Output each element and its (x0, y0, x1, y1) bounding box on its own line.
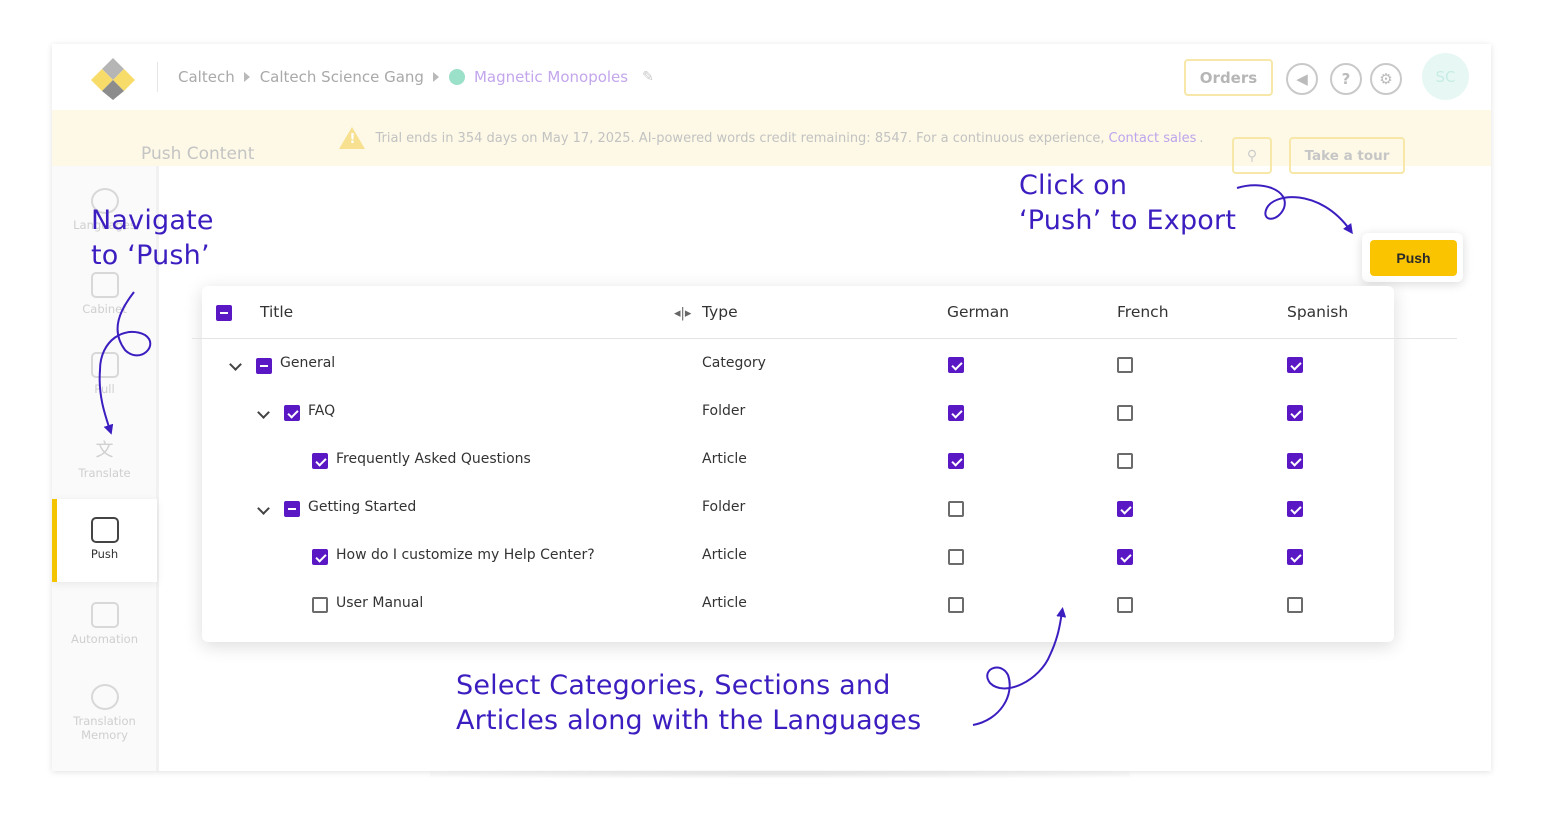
row-type: Folder (702, 403, 746, 419)
automation-icon (90, 602, 119, 628)
french-checkbox[interactable] (1117, 549, 1133, 565)
shadow (430, 770, 1130, 778)
select-all-checkbox[interactable] (216, 305, 232, 321)
german-checkbox[interactable] (948, 501, 964, 517)
row-title: How do I customize my Help Center? (336, 547, 595, 563)
help-icon[interactable]: ? (1330, 63, 1362, 95)
sidebar-item-label: Pull (94, 382, 115, 396)
sidebar-item-push[interactable]: Push (52, 499, 157, 582)
spanish-checkbox[interactable] (1287, 357, 1303, 373)
megaphone-icon[interactable]: ◀ (1286, 63, 1318, 95)
row-checkbox[interactable] (256, 358, 272, 374)
breadcrumb-org[interactable]: Caltech (178, 68, 235, 86)
sidebar-item-pull[interactable]: Pull (52, 352, 157, 412)
push-icon (90, 517, 119, 543)
german-checkbox[interactable] (948, 357, 964, 373)
german-checkbox[interactable] (948, 597, 964, 613)
french-checkbox[interactable] (1117, 597, 1133, 613)
edit-icon[interactable]: ✎ (642, 69, 654, 85)
sidebar-item-translate[interactable]: 文 Translate (52, 436, 157, 496)
spanish-checkbox[interactable] (1287, 549, 1303, 565)
column-header-title[interactable]: Title (260, 303, 293, 321)
sidebar-item-label: Cabinet (82, 302, 127, 316)
sidebar-item-label: Automation (71, 632, 138, 646)
row-title: General (280, 355, 336, 371)
column-header-german[interactable]: German (947, 303, 1009, 321)
row-type: Category (702, 355, 766, 371)
spanish-checkbox[interactable] (1287, 597, 1303, 613)
annotation-navigate-line2: to ‘Push’ (91, 240, 210, 271)
project-icon (448, 69, 465, 85)
pull-icon (90, 352, 119, 378)
german-checkbox[interactable] (948, 453, 964, 469)
sidebar-item-automation[interactable]: Automation (52, 602, 157, 662)
german-checkbox[interactable] (948, 549, 964, 565)
annotation-click-line1: Click on (1019, 170, 1128, 201)
french-checkbox[interactable] (1117, 501, 1133, 517)
table-header-divider (192, 338, 1457, 339)
row-title: Getting Started (308, 499, 417, 515)
search-button[interactable]: ⚲ (1232, 137, 1272, 174)
brain-icon (90, 684, 119, 710)
row-checkbox[interactable] (312, 597, 328, 613)
french-checkbox[interactable] (1117, 453, 1133, 469)
top-bar: Caltech Caltech Science Gang Magnetic Mo… (52, 44, 1491, 110)
row-type: Article (702, 595, 747, 611)
row-checkbox[interactable] (312, 549, 328, 565)
sidebar-item-label: Translation (73, 714, 136, 728)
breadcrumb-project[interactable]: Magnetic Monopoles (474, 68, 628, 86)
contact-sales-link[interactable]: Contact sales (1109, 131, 1197, 146)
search-icon: ⚲ (1246, 147, 1258, 164)
sidebar-item-label: Translate (78, 466, 131, 480)
column-resize-icon[interactable]: ◂|▸ (674, 306, 691, 321)
row-checkbox[interactable] (284, 405, 300, 421)
french-checkbox[interactable] (1117, 405, 1133, 421)
avatar[interactable]: SC (1422, 53, 1469, 100)
spanish-checkbox[interactable] (1287, 501, 1303, 517)
app-logo (91, 58, 135, 100)
take-tour-button[interactable]: Take a tour (1289, 137, 1405, 174)
banner-text: Trial ends in 354 days on May 17, 2025. … (375, 130, 1105, 146)
trial-banner: ! Trial ends in 354 days on May 17, 2025… (52, 110, 1491, 166)
divider (157, 62, 158, 92)
row-checkbox[interactable] (312, 453, 328, 469)
column-header-french[interactable]: French (1117, 303, 1169, 321)
german-checkbox[interactable] (948, 405, 964, 421)
push-button[interactable]: Push (1370, 240, 1457, 276)
row-type: Article (702, 547, 747, 563)
row-type: Article (702, 451, 747, 467)
row-checkbox[interactable] (284, 501, 300, 517)
row-title: FAQ (308, 403, 336, 419)
caret-right-icon (243, 72, 250, 82)
column-header-type[interactable]: Type (702, 303, 738, 321)
column-header-spanish[interactable]: Spanish (1287, 303, 1348, 321)
breadcrumb: Caltech Caltech Science Gang Magnetic Mo… (178, 66, 654, 88)
page-title: Push Content (141, 144, 255, 164)
orders-button[interactable]: Orders (1184, 59, 1273, 96)
sidebar-item-label: Push (90, 547, 119, 561)
row-type: Folder (702, 499, 746, 515)
translate-icon: 文 (95, 440, 114, 461)
gear-icon[interactable]: ⚙ (1370, 63, 1402, 95)
caret-right-icon (432, 72, 439, 82)
annotation-select-line1: Select Categories, Sections and (456, 670, 891, 701)
banner-trail: . (1199, 130, 1204, 146)
sidebar-item-translation-memory[interactable]: Translation Memory (52, 684, 157, 754)
sidebar-item-cabinet[interactable]: Cabinet (52, 272, 157, 332)
annotation-click-line2: ‘Push’ to Export (1019, 205, 1237, 236)
breadcrumb-team[interactable]: Caltech Science Gang (260, 68, 424, 86)
warning-icon: ! (339, 127, 366, 149)
annotation-select-line2: Articles along with the Languages (456, 705, 922, 736)
sidebar-item-label-2: Memory (81, 728, 128, 742)
annotation-navigate-line1: Navigate (91, 205, 214, 236)
cabinet-icon (90, 272, 119, 298)
french-checkbox[interactable] (1117, 357, 1133, 373)
row-title: User Manual (336, 595, 424, 611)
spanish-checkbox[interactable] (1287, 453, 1303, 469)
row-title: Frequently Asked Questions (336, 451, 531, 467)
spanish-checkbox[interactable] (1287, 405, 1303, 421)
